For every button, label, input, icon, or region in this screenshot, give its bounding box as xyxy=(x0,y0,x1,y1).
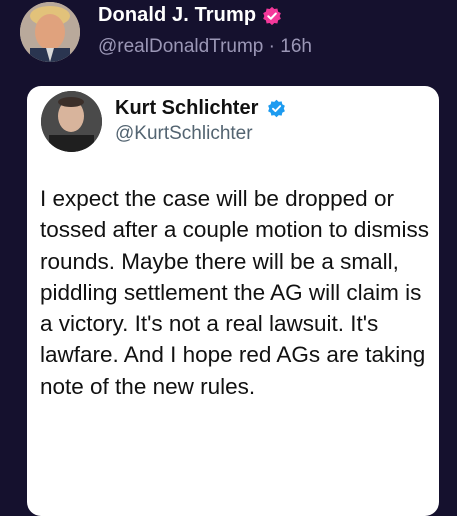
post-header: Donald J. Trump @realDonaldTrump · 16h xyxy=(0,0,457,80)
author-name[interactable]: Donald J. Trump xyxy=(98,4,256,27)
quoted-post-text: I expect the case will be dropped or tos… xyxy=(40,186,429,399)
quoted-author-avatar[interactable] xyxy=(41,91,102,152)
author-avatar[interactable] xyxy=(20,2,80,62)
quoted-author-handle: @KurtSchlichter xyxy=(115,123,253,144)
quoted-post-card[interactable]: Kurt Schlichter @KurtSchlichter I expect… xyxy=(27,86,439,516)
author-handle-time: @realDonaldTrump · 16h xyxy=(98,36,312,57)
pink-verified-check-icon xyxy=(263,6,281,26)
quoted-author-name[interactable]: Kurt Schlichter xyxy=(115,97,258,120)
author-avatar-image xyxy=(20,2,80,62)
blue-verified-check-icon xyxy=(268,99,285,118)
quoted-author-avatar-image xyxy=(41,91,102,152)
